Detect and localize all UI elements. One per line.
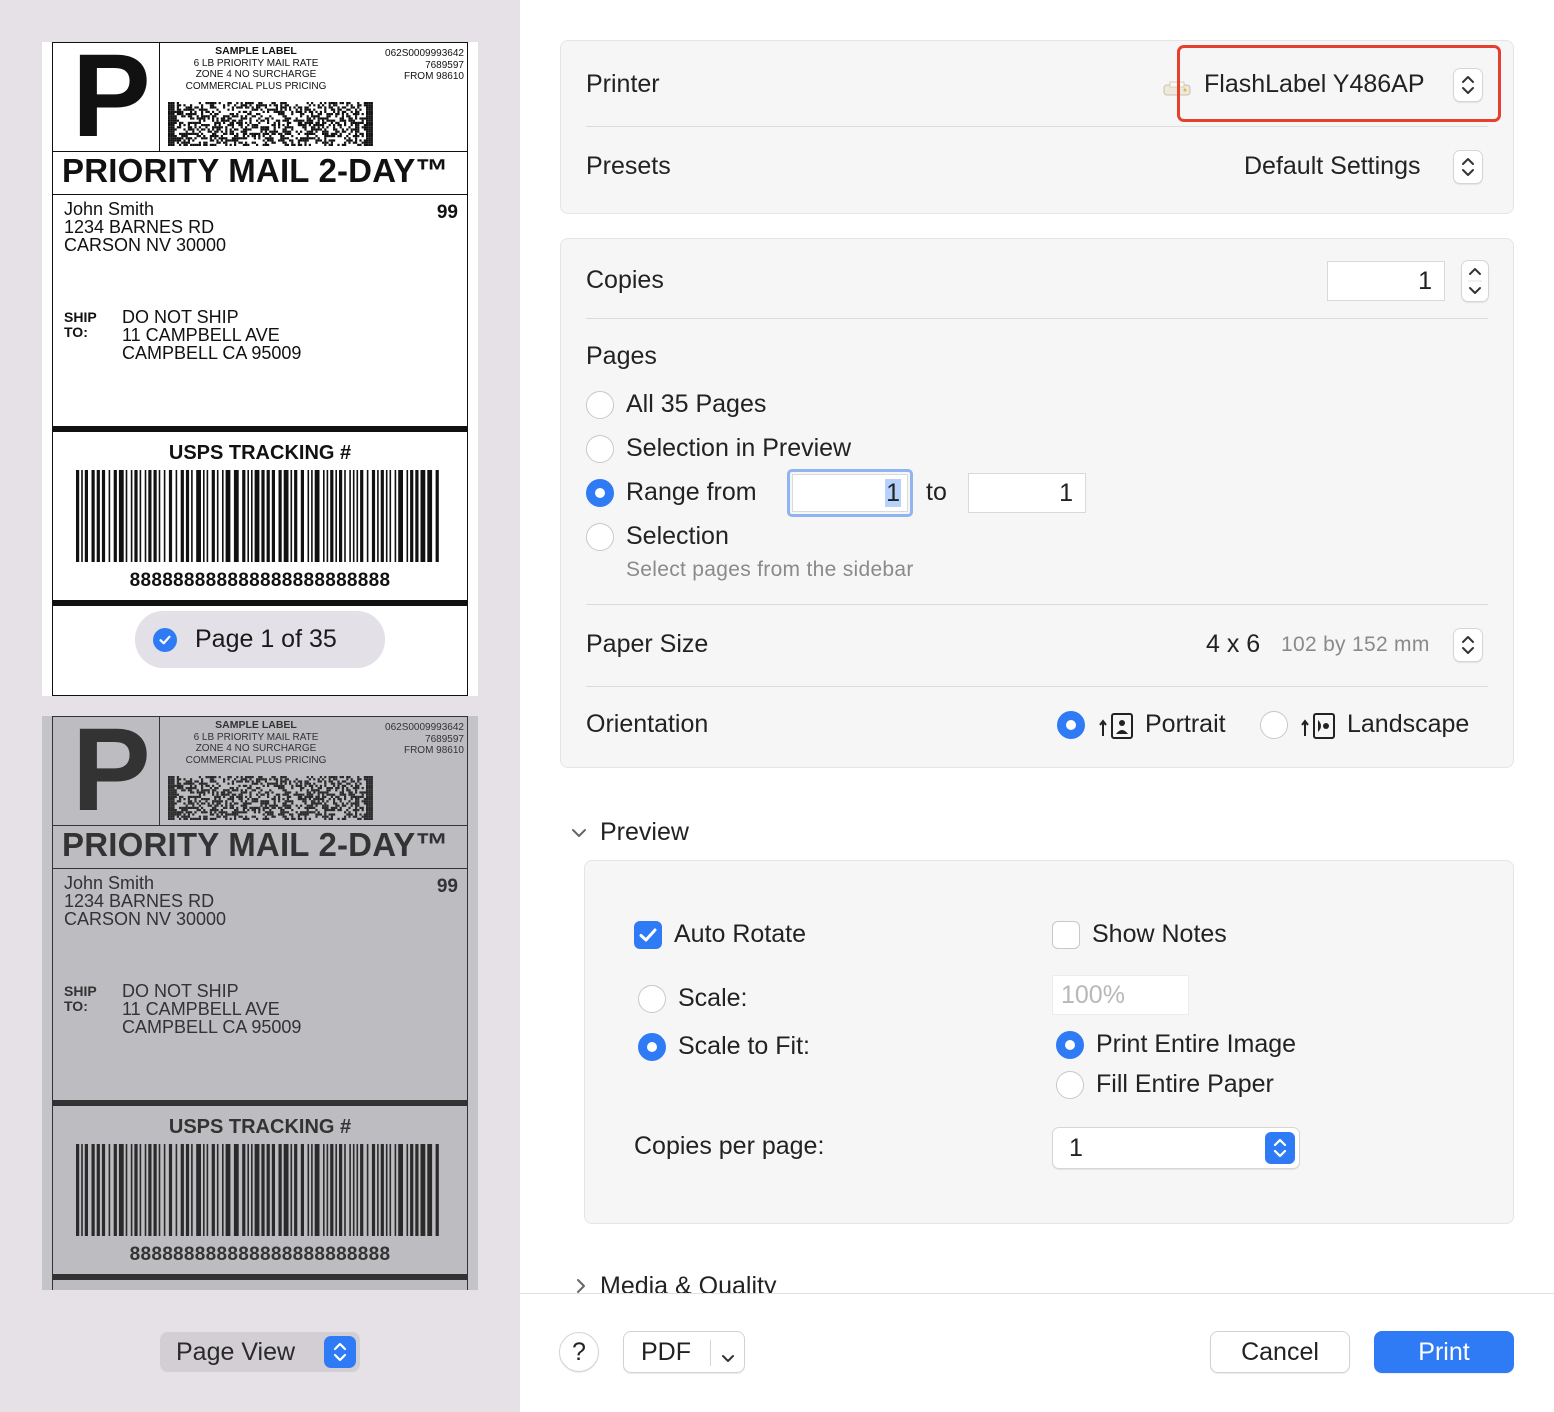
paper-size-value[interactable]: 4 x 6	[1206, 630, 1260, 659]
up-down-chevron-icon	[1265, 1132, 1295, 1164]
copies-label: Copies	[586, 266, 664, 294]
label-ship-to-caption: SHIP TO:	[64, 309, 97, 340]
page-selected-badge: Page 1 of 35	[135, 611, 385, 668]
1d-barcode	[76, 1144, 439, 1236]
shipping-label: P SAMPLE LABEL 6 LB PRIORITY MAIL RATE Z…	[52, 31, 468, 696]
copies-stepper[interactable]	[1461, 260, 1489, 302]
up-down-chevron-icon	[324, 1336, 356, 1368]
pdf-menu-button[interactable]: PDF	[623, 1331, 745, 1373]
selection-radio[interactable]	[586, 523, 614, 551]
label-usps-tracking-caption: USPS TRACKING #	[168, 442, 352, 464]
copies-field[interactable]: 1	[1327, 261, 1445, 301]
chevron-down-icon	[720, 1344, 736, 1373]
label-service-title: PRIORITY MAIL 2-DAY™	[62, 152, 449, 189]
range-radio[interactable]	[586, 479, 614, 507]
presets-label: Presets	[586, 152, 671, 180]
printer-highlight-box	[1177, 45, 1501, 122]
label-code: 99	[436, 202, 458, 223]
fill-entire-paper-label: Fill Entire Paper	[1096, 1070, 1274, 1098]
page-view-label: Page View	[176, 1337, 296, 1366]
label-from-address: John Smith 1234 BARNES RD CARSON NV 3000…	[64, 199, 227, 255]
scale-field[interactable]: 100%	[1052, 975, 1189, 1015]
scale-to-fit-label: Scale to Fit:	[678, 1032, 810, 1060]
cancel-button[interactable]: Cancel	[1210, 1331, 1350, 1373]
label-tracking-number: 888888888888888888888888	[129, 570, 391, 591]
range-from-label: Range from	[626, 478, 757, 506]
landscape-label: Landscape	[1347, 710, 1470, 738]
copies-per-page-popup[interactable]: 1	[1052, 1127, 1300, 1169]
label-header: SAMPLE LABEL 6 LB PRIORITY MAIL RATE ZON…	[160, 42, 468, 152]
portrait-radio[interactable]	[1057, 711, 1085, 739]
shipping-label: P SAMPLE LABEL 6 LB PRIORITY MAIL RATE Z…	[52, 716, 468, 1290]
all-pages-radio[interactable]	[586, 391, 614, 419]
print-entire-image-radio[interactable]	[1056, 1031, 1084, 1059]
copies-per-page-value: 1	[1069, 1134, 1083, 1162]
range-to-field[interactable]: 1	[968, 473, 1086, 513]
range-from-field[interactable]: 1	[792, 474, 908, 512]
pdf-label: PDF	[641, 1337, 691, 1366]
selection-label: Selection	[626, 522, 729, 550]
help-button[interactable]: ?	[559, 1332, 599, 1372]
page-thumbnail-1[interactable]: P SAMPLE LABEL 6 LB PRIORITY MAIL RATE Z…	[42, 31, 478, 696]
label-p-letter: P	[72, 30, 151, 162]
page-badge-label: Page 1 of 35	[195, 625, 337, 653]
paper-size-detail: 102 by 152 mm	[1281, 633, 1430, 656]
checkmark-icon	[153, 627, 177, 652]
print-entire-image-label: Print Entire Image	[1096, 1030, 1297, 1058]
presets-popup[interactable]: Default Settings	[1244, 152, 1421, 181]
scale-radio[interactable]	[638, 985, 666, 1013]
auto-rotate-label: Auto Rotate	[674, 920, 807, 948]
print-button[interactable]: Print	[1374, 1331, 1514, 1373]
landscape-radio[interactable]	[1260, 711, 1288, 739]
show-notes-checkbox[interactable]	[1052, 921, 1080, 949]
page-thumbnail-sidebar: P SAMPLE LABEL 6 LB PRIORITY MAIL RATE Z…	[0, 0, 520, 1412]
label-p-box: P	[52, 31, 160, 161]
auto-rotate-checkbox[interactable]	[634, 921, 662, 949]
range-to-label: to	[926, 478, 947, 506]
page-thumbnail-2[interactable]: P SAMPLE LABEL 6 LB PRIORITY MAIL RATE Z…	[42, 716, 478, 1290]
scale-label: Scale:	[678, 984, 748, 1012]
selection-in-preview-label: Selection in Preview	[626, 434, 852, 462]
2d-barcode	[168, 776, 373, 820]
fill-entire-paper-radio[interactable]	[1056, 1071, 1084, 1099]
paper-size-label: Paper Size	[586, 630, 709, 658]
selection-in-preview-radio[interactable]	[586, 435, 614, 463]
show-notes-label: Show Notes	[1092, 920, 1227, 948]
paper-size-chevron-icon[interactable]	[1453, 628, 1483, 662]
preview-section-title[interactable]: Preview	[600, 818, 689, 847]
printer-label: Printer	[586, 70, 660, 98]
scale-to-fit-radio[interactable]	[638, 1033, 666, 1061]
label-tracking-text: 062S0009993642 7689597 FROM 98610	[385, 48, 464, 82]
presets-chevron-icon[interactable]	[1453, 150, 1483, 184]
all-pages-label: All 35 Pages	[626, 390, 767, 418]
landscape-icon	[1301, 712, 1337, 745]
label-ship-to-address: DO NOT SHIP 11 CAMPBELL AVE CAMPBELL CA …	[122, 307, 302, 363]
pages-label: Pages	[586, 342, 657, 370]
page-view-popup[interactable]: Page View	[160, 1332, 360, 1372]
label-sample-text: SAMPLE LABEL 6 LB PRIORITY MAIL RATE ZON…	[185, 45, 327, 92]
copies-per-page-label: Copies per page:	[634, 1132, 825, 1160]
preview-disclosure-icon[interactable]	[570, 824, 588, 847]
orientation-label: Orientation	[586, 710, 709, 738]
portrait-icon	[1099, 712, 1135, 745]
2d-barcode	[168, 102, 373, 146]
1d-barcode	[76, 470, 439, 562]
portrait-label: Portrait	[1145, 710, 1226, 738]
selection-hint: Select pages from the sidebar	[626, 558, 914, 581]
